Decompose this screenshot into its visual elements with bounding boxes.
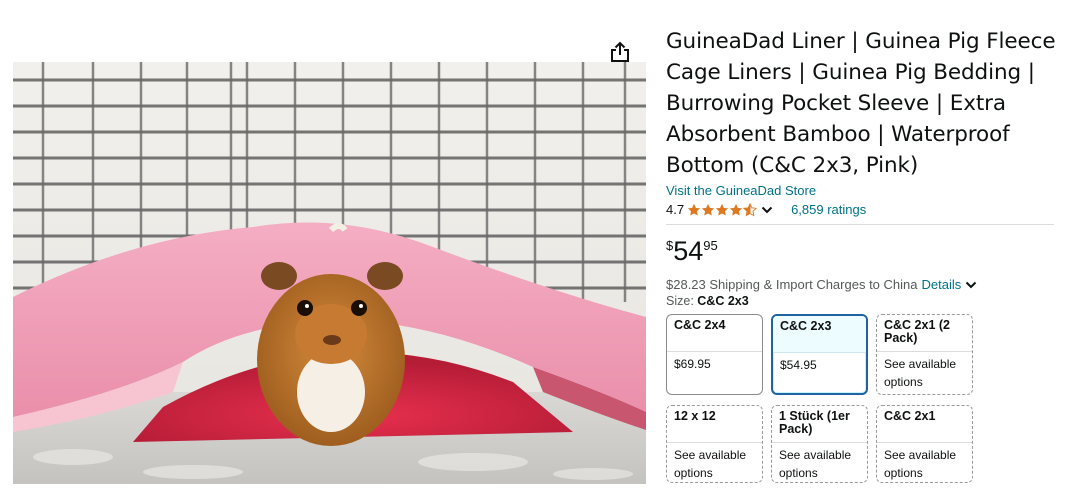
rating-dropdown-button[interactable] [761, 205, 773, 215]
size-option-price: See available options [674, 448, 747, 480]
size-option-cc-2x1-2-pack[interactable]: C&C 2x1 (2 Pack) See available options [876, 314, 973, 395]
size-option-name: 12 x 12 [667, 406, 762, 443]
divider [666, 224, 1054, 225]
rating-value: 4.7 [666, 202, 685, 217]
size-option-price: $69.95 [674, 357, 711, 371]
size-selected-value: C&C 2x3 [697, 294, 749, 308]
shipping-details-link[interactable]: Details [922, 277, 962, 293]
size-option-price: See available options [884, 357, 957, 389]
size-option-name: 1 Stück (1er Pack) [772, 406, 867, 443]
star-full-icon [729, 203, 743, 216]
size-option-price: See available options [884, 448, 957, 480]
product-image[interactable] [13, 62, 646, 484]
size-option-name: C&C 2x1 (2 Pack) [877, 315, 972, 352]
size-label: Size: [666, 294, 698, 308]
chevron-down-icon [761, 206, 773, 213]
price-symbol: $ [666, 238, 674, 253]
size-option-name: C&C 2x3 [773, 316, 866, 353]
product-title: GuineaDad Liner | Guinea Pig Fleece Cage… [666, 29, 1056, 178]
size-option-cc-2x1[interactable]: C&C 2x1 See available options [876, 405, 973, 483]
size-option-price: See available options [779, 448, 852, 480]
size-options: C&C 2x4 $69.95 C&C 2x3 $54.95 C&C 2x1 (2… [666, 314, 1058, 483]
shipping-info: $28.23 Shipping & Import Charges to Chin… [666, 277, 1058, 293]
star-rating[interactable] [687, 202, 758, 217]
size-label-row: Size: C&C 2x3 [666, 294, 1058, 309]
size-option-price: $54.95 [780, 358, 817, 372]
guinea-pig-photo [13, 62, 646, 484]
shipping-text: $28.23 Shipping & Import Charges to Chin… [666, 277, 918, 292]
price: $ 54 95 [666, 238, 1058, 265]
price-fraction: 95 [703, 238, 718, 253]
size-option-1-stuck[interactable]: 1 Stück (1er Pack) See available options [771, 405, 868, 483]
size-option-cc-2x4[interactable]: C&C 2x4 $69.95 [666, 314, 763, 395]
size-option-name: C&C 2x4 [667, 315, 762, 352]
star-full-icon [701, 203, 715, 216]
star-full-icon [715, 203, 729, 216]
chevron-down-icon[interactable] [964, 280, 978, 290]
price-whole: 54 [673, 236, 704, 266]
star-half-icon [743, 202, 758, 216]
size-option-cc-2x3[interactable]: C&C 2x3 $54.95 [771, 314, 868, 395]
size-option-name: C&C 2x1 [877, 406, 972, 443]
product-info: GuineaDad Liner | Guinea Pig Fleece Cage… [666, 26, 1058, 483]
size-option-12x12[interactable]: 12 x 12 See available options [666, 405, 763, 483]
star-full-icon [687, 203, 701, 216]
share-button[interactable] [606, 38, 634, 66]
rating-row: 4.7 6,859 ratings [666, 201, 1058, 218]
store-link[interactable]: Visit the GuineaDad Store [666, 183, 1058, 199]
ratings-count-link[interactable]: 6,859 ratings [791, 201, 866, 218]
share-icon [611, 41, 629, 62]
